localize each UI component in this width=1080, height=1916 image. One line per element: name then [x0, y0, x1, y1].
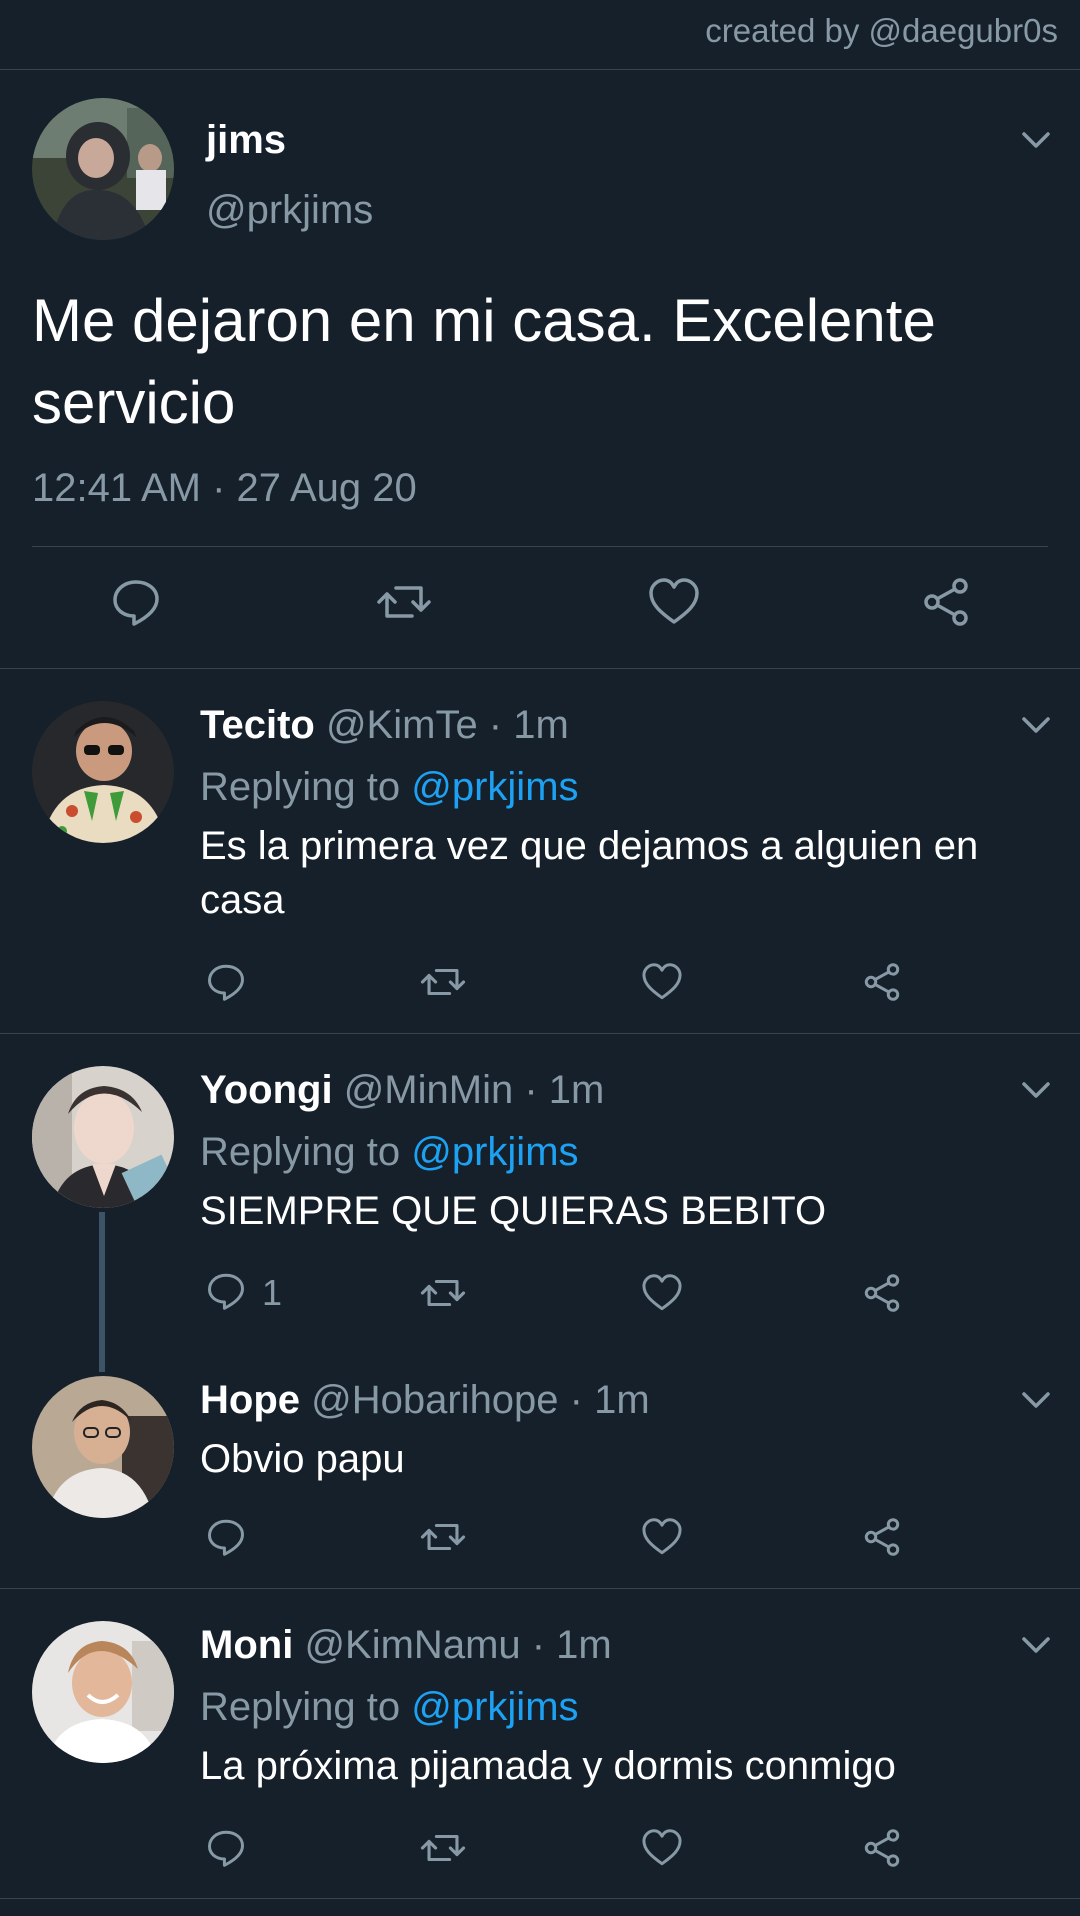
- retweet-icon[interactable]: [420, 959, 466, 1005]
- reply-text: Es la primera vez que dejamos a alguien …: [200, 824, 979, 922]
- tweet-thread-page: created by @daegubr0s jims @prkjims Me d…: [0, 0, 1080, 1916]
- replying-to-label: Replying to: [200, 765, 401, 809]
- reply-header: Hope @Hobarihope · 1m: [200, 1378, 650, 1423]
- credit-watermark: created by @daegubr0s: [705, 12, 1058, 49]
- avatar[interactable]: [32, 1066, 174, 1208]
- like-icon[interactable]: [640, 1825, 684, 1871]
- author-name[interactable]: Tecito: [200, 703, 315, 747]
- like-icon[interactable]: [646, 574, 702, 630]
- reply-button[interactable]: 1: [204, 1270, 282, 1316]
- avatar[interactable]: [32, 1621, 174, 1763]
- chevron-down-icon[interactable]: [1016, 1625, 1056, 1665]
- share-icon[interactable]: [918, 574, 974, 630]
- replying-to: Replying to @prkjims: [200, 1685, 579, 1730]
- author-handle-time[interactable]: @KimTe · 1m: [326, 703, 569, 747]
- retweet-icon[interactable]: [420, 1514, 466, 1560]
- like-icon[interactable]: [640, 1514, 684, 1560]
- section-divider: [0, 1898, 1080, 1899]
- main-tweet-author-name[interactable]: jims: [206, 118, 286, 163]
- author-name[interactable]: Yoongi: [200, 1068, 333, 1112]
- reply-text: La próxima pijamada y dormis conmigo: [200, 1744, 896, 1788]
- avatar[interactable]: [32, 701, 174, 843]
- chevron-down-icon[interactable]: [1016, 120, 1056, 160]
- reply-count: 1: [262, 1272, 283, 1313]
- reply-icon[interactable]: [204, 1825, 248, 1871]
- section-divider: [0, 1033, 1080, 1034]
- chevron-down-icon[interactable]: [1016, 705, 1056, 745]
- chevron-down-icon[interactable]: [1016, 1380, 1056, 1420]
- reply-action-bar: [0, 959, 1080, 1009]
- reply-icon[interactable]: [108, 574, 164, 630]
- reply-action-bar: [0, 1825, 1080, 1875]
- author-name[interactable]: Moni: [200, 1623, 293, 1667]
- author-handle-time[interactable]: @KimNamu · 1m: [304, 1623, 611, 1667]
- avatar[interactable]: [32, 1376, 174, 1518]
- share-icon[interactable]: [860, 959, 904, 1005]
- reply-action-bar: 1: [0, 1270, 1080, 1320]
- replying-to-label: Replying to: [200, 1130, 401, 1174]
- section-divider: [0, 1588, 1080, 1589]
- reply-header: Tecito @KimTe · 1m: [200, 703, 569, 748]
- main-tweet-avatar[interactable]: [32, 98, 174, 240]
- main-tweet-text: Me dejaron en mi casa. Excelente servici…: [32, 287, 936, 436]
- reply-action-bar: [0, 1514, 1080, 1564]
- mention-link[interactable]: @prkjims: [411, 1685, 578, 1729]
- replying-to-label: Replying to: [200, 1685, 401, 1729]
- replying-to: Replying to @prkjims: [200, 1130, 579, 1175]
- main-tweet-divider: [32, 546, 1048, 547]
- reply-text: SIEMPRE QUE QUIERAS BEBITO: [200, 1189, 827, 1233]
- author-name[interactable]: Hope: [200, 1378, 300, 1422]
- main-tweet-action-bar: [0, 574, 1080, 638]
- top-divider: [0, 69, 1080, 70]
- mention-link[interactable]: @prkjims: [411, 1130, 578, 1174]
- share-icon[interactable]: [860, 1825, 904, 1871]
- reply-text: Obvio papu: [200, 1437, 405, 1481]
- section-divider: [0, 668, 1080, 669]
- retweet-icon[interactable]: [376, 574, 432, 630]
- author-handle-time[interactable]: @Hobarihope · 1m: [311, 1378, 650, 1422]
- mention-link[interactable]: @prkjims: [411, 765, 578, 809]
- share-icon[interactable]: [860, 1514, 904, 1560]
- share-icon[interactable]: [860, 1270, 904, 1316]
- like-icon[interactable]: [640, 959, 684, 1005]
- retweet-icon[interactable]: [420, 1270, 466, 1316]
- replying-to: Replying to @prkjims: [200, 765, 579, 810]
- reply-header: Yoongi @MinMin · 1m: [200, 1068, 604, 1113]
- reply-icon: [204, 1269, 248, 1318]
- author-handle-time[interactable]: @MinMin · 1m: [344, 1068, 605, 1112]
- reply-icon[interactable]: [204, 959, 248, 1005]
- reply-header: Moni @KimNamu · 1m: [200, 1623, 612, 1668]
- chevron-down-icon[interactable]: [1016, 1070, 1056, 1110]
- reply-icon[interactable]: [204, 1514, 248, 1560]
- retweet-icon[interactable]: [420, 1825, 466, 1871]
- like-icon[interactable]: [640, 1270, 684, 1316]
- main-tweet-author-handle[interactable]: @prkjims: [206, 188, 373, 233]
- main-tweet-timestamp[interactable]: 12:41 AM · 27 Aug 20: [32, 466, 417, 511]
